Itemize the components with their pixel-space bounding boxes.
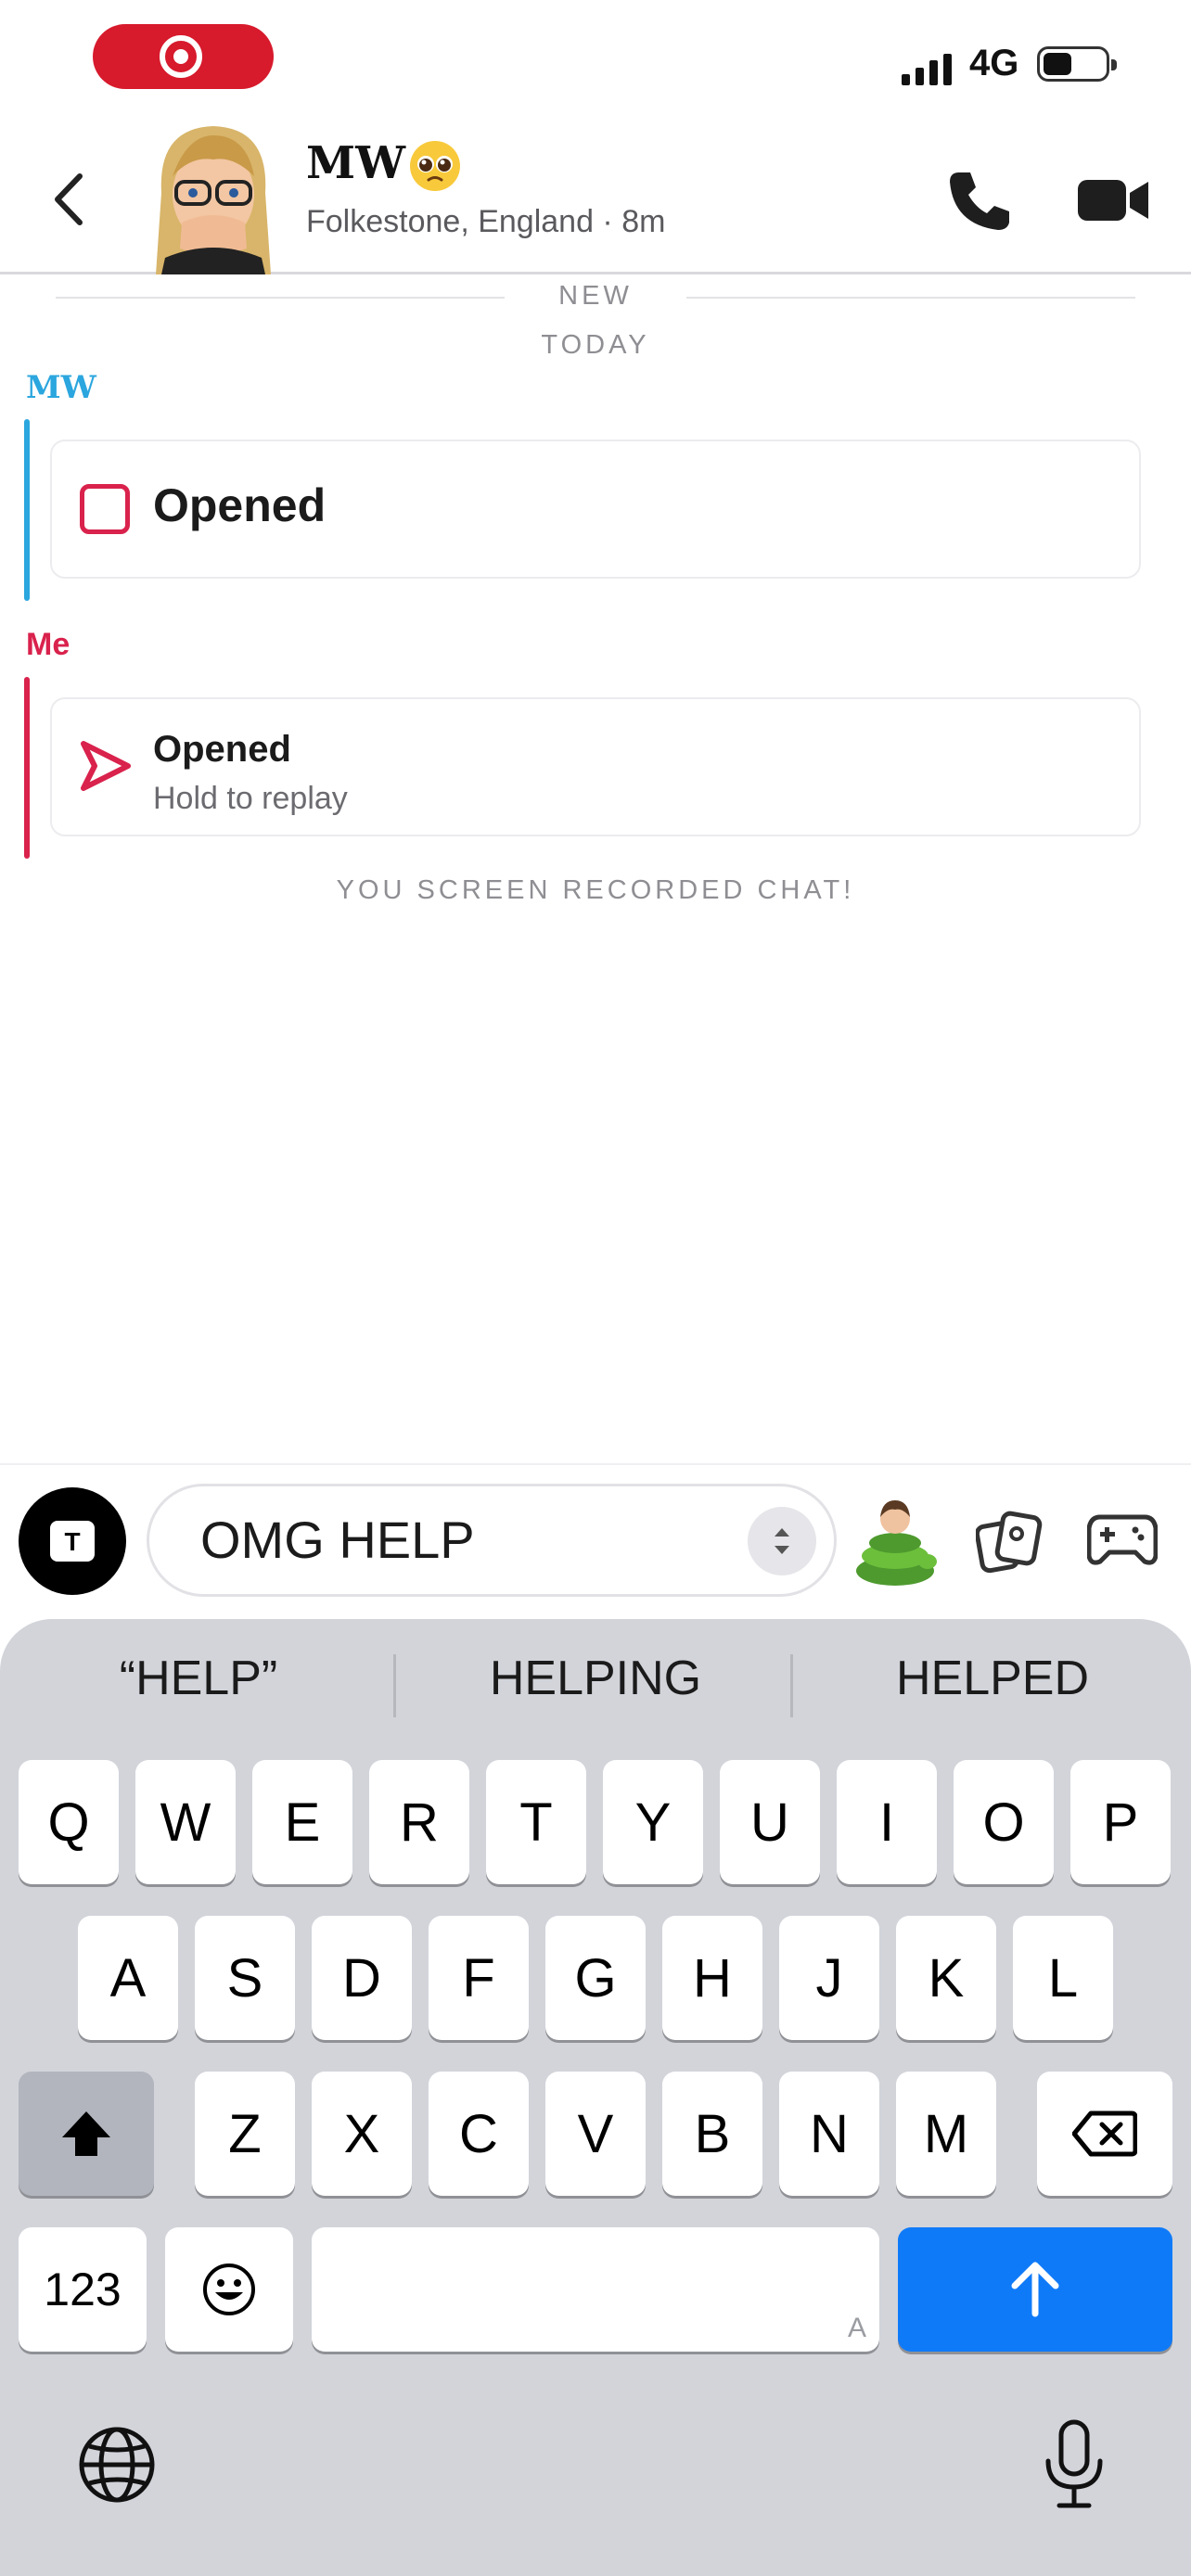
screen-record-indicator[interactable]: [93, 24, 274, 89]
key[interactable]: W: [135, 1760, 236, 1884]
contact-name[interactable]: MW: [306, 137, 405, 189]
key[interactable]: V: [545, 2072, 646, 2196]
battery-icon: [1037, 46, 1117, 82]
send-key[interactable]: [898, 2227, 1172, 2352]
key[interactable]: S: [195, 1916, 295, 2040]
backspace-icon: [1072, 2111, 1137, 2157]
shift-icon: [62, 2111, 110, 2156]
replay-hint: Hold to replay: [153, 781, 348, 816]
key[interactable]: F: [429, 1916, 529, 2040]
key[interactable]: B: [662, 2072, 762, 2196]
key[interactable]: I: [837, 1760, 937, 1884]
memories-icon[interactable]: [976, 1508, 1043, 1575]
pleading-face-emoji: [410, 141, 460, 191]
sent-arrow-icon: [81, 741, 131, 791]
suggestion[interactable]: HELPING: [410, 1651, 781, 1706]
key[interactable]: G: [545, 1916, 646, 2040]
key[interactable]: O: [954, 1760, 1054, 1884]
divider: [393, 1654, 396, 1717]
key[interactable]: X: [312, 2072, 412, 2196]
key[interactable]: C: [429, 2072, 529, 2196]
contact-location: Folkestone, England · 8m: [306, 204, 666, 239]
video-call-icon[interactable]: [1078, 174, 1148, 226]
message-status: Opened: [153, 479, 327, 531]
message-status: Opened: [153, 729, 291, 770]
key[interactable]: N: [779, 2072, 879, 2196]
stepper-icon[interactable]: [748, 1507, 816, 1575]
delete-key[interactable]: [1037, 2072, 1172, 2196]
microphone-icon[interactable]: [1039, 2418, 1109, 2511]
divider: [0, 1463, 1191, 1465]
dictation-hint: A: [847, 2313, 866, 2343]
signal-icon: [902, 54, 952, 85]
sender-label: Me: [26, 627, 70, 662]
globe-icon[interactable]: [76, 2424, 158, 2506]
key[interactable]: R: [369, 1760, 469, 1884]
camera-button[interactable]: T: [19, 1487, 126, 1595]
avatar[interactable]: [150, 119, 276, 274]
back-icon[interactable]: [46, 167, 93, 232]
sender-label: MW: [26, 369, 96, 406]
key[interactable]: T: [486, 1760, 586, 1884]
numbers-key[interactable]: 123: [19, 2227, 147, 2352]
up-arrow-icon: [1011, 2262, 1059, 2317]
space-key[interactable]: A: [312, 2227, 879, 2352]
emoji-key[interactable]: [165, 2227, 293, 2352]
network-type: 4G: [969, 43, 1019, 83]
screen-record-notice: YOU SCREEN RECORDED CHAT!: [336, 875, 855, 905]
date-label: TODAY: [541, 330, 650, 360]
opened-snap-icon: [80, 484, 130, 534]
key[interactable]: L: [1013, 1916, 1113, 2040]
key[interactable]: K: [896, 1916, 996, 2040]
suggestion[interactable]: “HELP”: [13, 1651, 384, 1706]
key[interactable]: H: [662, 1916, 762, 2040]
bitmoji-icon[interactable]: [852, 1497, 939, 1589]
key[interactable]: P: [1070, 1760, 1171, 1884]
key[interactable]: Y: [603, 1760, 703, 1884]
message-input[interactable]: [200, 1510, 720, 1570]
sender-bar: [24, 419, 30, 601]
key[interactable]: J: [779, 1916, 879, 2040]
suggestion[interactable]: HELPED: [807, 1651, 1178, 1706]
shift-key[interactable]: [19, 2072, 154, 2196]
key[interactable]: U: [720, 1760, 820, 1884]
sender-bar: [24, 677, 30, 859]
emoji-icon: [203, 2264, 255, 2315]
game-controller-icon[interactable]: [1087, 1508, 1158, 1571]
key[interactable]: M: [896, 2072, 996, 2196]
divider: [790, 1654, 793, 1717]
key[interactable]: D: [312, 1916, 412, 2040]
key[interactable]: Q: [19, 1760, 119, 1884]
key[interactable]: Z: [195, 2072, 295, 2196]
phone-icon[interactable]: [946, 167, 1013, 234]
key[interactable]: E: [252, 1760, 352, 1884]
key[interactable]: A: [78, 1916, 178, 2040]
new-label: NEW: [558, 281, 633, 311]
camera-icon: T: [50, 1521, 95, 1562]
